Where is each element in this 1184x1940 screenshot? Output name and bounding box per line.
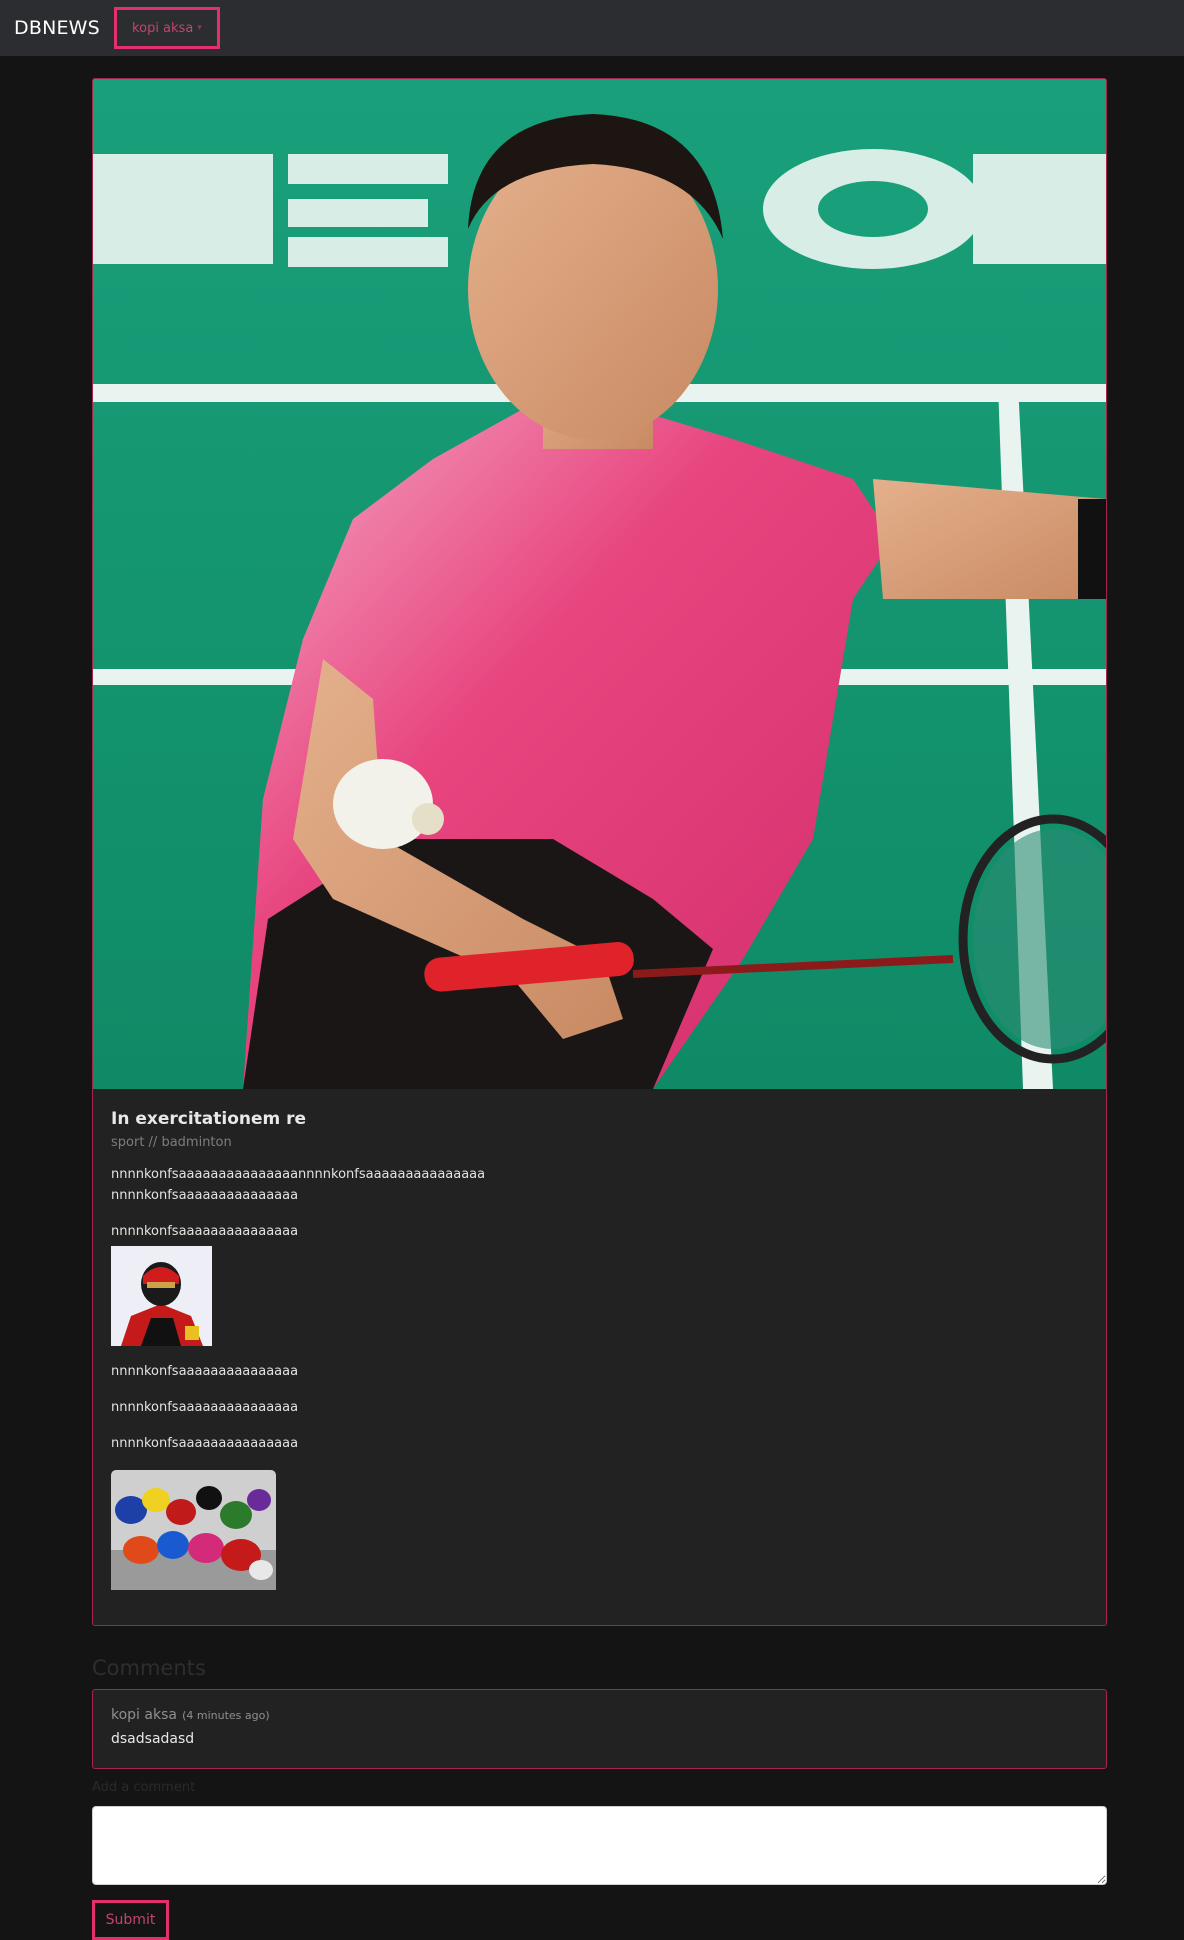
- navbar: DBNEWS kopi aksa ▾: [0, 0, 1184, 56]
- article-body: In exercitationem re sport // badminton …: [93, 1089, 1106, 1610]
- article-paragraph: nnnnkonfsaaaaaaaaaaaaaaa: [111, 1364, 299, 1379]
- article-paragraph: nnnnkonfsaaaaaaaaaaaaaaa: [111, 1188, 299, 1203]
- article-paragraph: nnnnkonfsaaaaaaaaaaaaaaa: [111, 1224, 299, 1239]
- comments-heading: Comments: [92, 1656, 206, 1680]
- add-comment-label: Add a comment: [92, 1780, 196, 1795]
- comment-input[interactable]: [92, 1806, 1107, 1885]
- brand-logo[interactable]: DBNEWS: [14, 17, 100, 39]
- submit-button[interactable]: Submit: [92, 1900, 169, 1940]
- user-menu-label: kopi aksa: [132, 20, 194, 36]
- hero-image: [93, 79, 1106, 1089]
- article-paragraph: nnnnkonfsaaaaaaaaaaaaaaannnnkonfsaaaaaaa…: [111, 1167, 486, 1182]
- user-menu-dropdown[interactable]: kopi aksa ▾: [113, 7, 220, 49]
- comment-author[interactable]: kopi aksa: [111, 1707, 177, 1723]
- article-card: In exercitationem re sport // badminton …: [92, 78, 1107, 1626]
- racing-driver-photo-icon: [111, 1246, 212, 1346]
- comment-text: dsadsadasd: [111, 1731, 195, 1747]
- article-paragraph: nnnnkonfsaaaaaaaaaaaaaaa: [111, 1436, 299, 1451]
- article-title: In exercitationem re: [111, 1109, 307, 1129]
- comment-item: kopi aksa (4 minutes ago) dsadsadasd: [92, 1689, 1107, 1769]
- motogp-riders-photo-icon: [111, 1470, 276, 1590]
- chevron-down-icon: ▾: [197, 23, 202, 33]
- article-paragraph: nnnnkonfsaaaaaaaaaaaaaaa: [111, 1400, 299, 1415]
- article-category[interactable]: sport // badminton: [111, 1135, 1088, 1150]
- comment-timestamp: (4 minutes ago): [182, 1709, 270, 1722]
- badminton-player-photo-icon: [93, 79, 1106, 1089]
